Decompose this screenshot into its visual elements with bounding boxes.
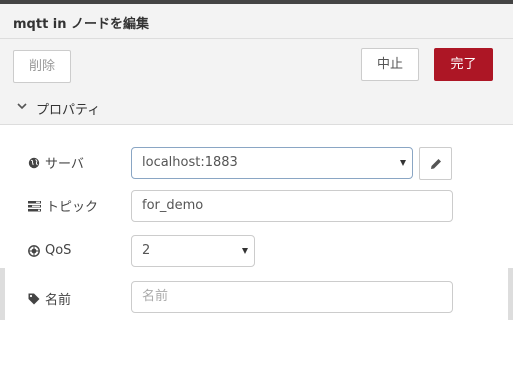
select-caret-icon <box>242 248 248 254</box>
server-label-text: サーバ <box>45 157 84 172</box>
pencil-icon <box>431 159 441 169</box>
qos-label: QoS <box>28 243 71 258</box>
dialog-title: mqtt in ノードを編集 <box>13 17 150 32</box>
qos-label-text: QoS <box>45 243 72 258</box>
qos-select[interactable]: 2 <box>131 235 255 267</box>
delete-button[interactable]: 削除 <box>13 50 71 83</box>
cancel-button[interactable]: 中止 <box>361 48 419 81</box>
resize-handle-left[interactable] <box>0 268 5 320</box>
action-bar: 削除 中止 完了 <box>0 39 513 91</box>
properties-section-header[interactable]: プロパティ <box>0 91 513 125</box>
select-caret-icon <box>400 160 406 166</box>
name-input-placeholder: 名前 <box>142 289 169 304</box>
topic-label: トピック <box>28 196 98 215</box>
tag-icon <box>28 293 40 304</box>
topic-input[interactable]: for_demo <box>131 190 453 222</box>
server-select-value: localhost:1883 <box>142 155 238 170</box>
edit-server-button[interactable] <box>419 147 452 180</box>
tasks-icon <box>28 200 41 211</box>
topic-input-value: for_demo <box>142 198 204 213</box>
resize-handle-right[interactable] <box>508 268 513 320</box>
globe-icon <box>28 157 40 168</box>
server-select[interactable]: localhost:1883 <box>131 147 413 179</box>
name-input[interactable]: 名前 <box>131 281 453 313</box>
dialog-header: mqtt in ノードを編集 <box>0 4 513 39</box>
name-label: 名前 <box>28 289 71 308</box>
section-label: プロパティ <box>36 103 101 118</box>
chevron-down-icon <box>17 103 27 110</box>
qos-select-value: 2 <box>142 243 151 258</box>
topic-label-text: トピック <box>46 200 99 215</box>
done-button[interactable]: 完了 <box>434 48 493 81</box>
server-label: サーバ <box>28 153 84 172</box>
name-label-text: 名前 <box>45 293 72 308</box>
qos-icon <box>28 244 40 257</box>
